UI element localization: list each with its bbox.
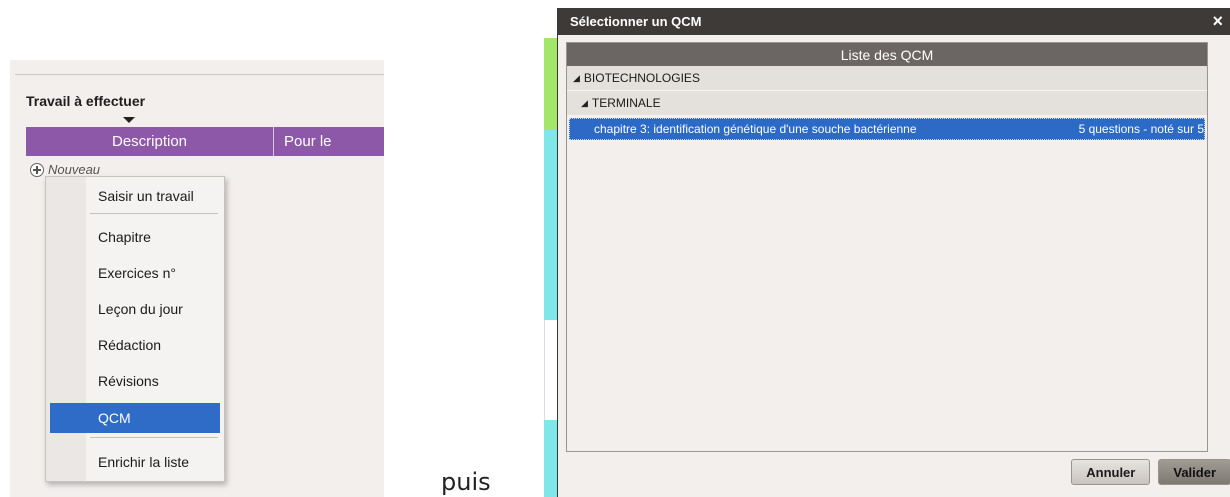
context-menu: Saisir un travail Chapitre Exercices n° … [45, 176, 225, 482]
menu-item-lecon-du-jour[interactable]: Leçon du jour [50, 294, 220, 324]
background-strip [544, 38, 558, 130]
divider [15, 74, 384, 75]
group-row-biotechnologies[interactable]: ◢ BIOTECHNOLOGIES [567, 66, 1207, 91]
validate-button[interactable]: Valider [1158, 459, 1230, 485]
cancel-button[interactable]: Annuler [1071, 459, 1151, 485]
group-label: TERMINALE [591, 96, 661, 110]
group-label: BIOTECHNOLOGIES [583, 71, 700, 85]
triangle-expanded-icon[interactable]: ◢ [573, 73, 580, 84]
menu-item-saisir-un-travail[interactable]: Saisir un travail [50, 181, 220, 211]
menu-separator [90, 437, 218, 438]
dialog-titlebar[interactable]: Sélectionner un QCM × [558, 8, 1230, 35]
menu-item-revisions[interactable]: Révisions [50, 366, 220, 396]
connector-text: puis [441, 468, 491, 496]
background-strip [544, 420, 558, 497]
qcm-meta: 5 questions - noté sur 5 [1078, 122, 1204, 136]
menu-item-chapitre[interactable]: Chapitre [50, 222, 220, 252]
new-row[interactable]: Nouveau [30, 162, 100, 177]
plus-circle-icon[interactable] [30, 162, 44, 177]
menu-separator [90, 213, 218, 214]
close-icon[interactable]: × [1212, 12, 1223, 30]
column-header-pour-le[interactable]: Pour le [274, 127, 384, 156]
column-header-description[interactable]: Description [26, 127, 274, 156]
list-header: Liste des QCM [567, 43, 1207, 66]
qcm-list-item[interactable]: chapitre 3: identification génétique d'u… [569, 118, 1205, 140]
menu-item-enrichir-la-liste[interactable]: Enrichir la liste [50, 447, 220, 477]
dialog-buttons: Annuler Valider [1071, 459, 1230, 485]
triangle-expanded-icon[interactable]: ◢ [581, 98, 588, 109]
background-strip [544, 130, 558, 320]
menu-item-qcm[interactable]: QCM [50, 403, 220, 433]
dialog-title: Sélectionner un QCM [570, 14, 702, 29]
group-row-terminale[interactable]: ◢ TERMINALE [567, 91, 1207, 116]
qcm-name: chapitre 3: identification génétique d'u… [594, 122, 917, 136]
table-header: Description Pour le [26, 127, 384, 156]
qcm-list: Liste des QCM ◢ BIOTECHNOLOGIES ◢ TERMIN… [566, 42, 1208, 452]
section-title: Travail à effectuer [26, 93, 146, 109]
menu-item-redaction[interactable]: Rédaction [50, 330, 220, 360]
select-qcm-dialog: Sélectionner un QCM × Liste des QCM ◢ BI… [557, 8, 1230, 497]
menu-item-exercices[interactable]: Exercices n° [50, 258, 220, 288]
new-row-label[interactable]: Nouveau [48, 162, 100, 177]
sort-down-icon[interactable] [123, 117, 135, 123]
